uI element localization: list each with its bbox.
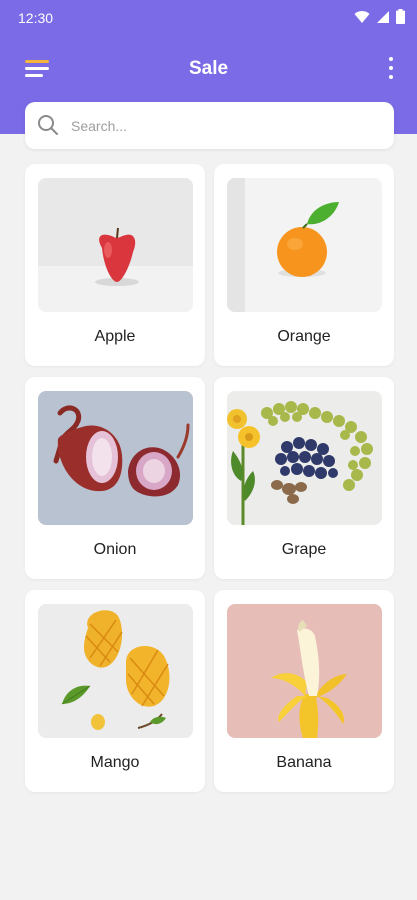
more-vertical-icon[interactable] xyxy=(379,54,403,84)
product-card-orange[interactable]: Orange xyxy=(214,164,394,366)
page-title: Sale xyxy=(188,58,229,79)
product-card-mango[interactable]: Mango xyxy=(25,590,205,792)
battery-icon xyxy=(396,9,405,24)
grape-image xyxy=(227,391,382,525)
wifi-icon xyxy=(354,10,370,23)
product-card-onion[interactable]: Onion xyxy=(25,377,205,579)
status-time: 12:30 xyxy=(18,10,54,26)
product-name: Apple xyxy=(94,328,136,345)
product-card-banana[interactable]: Banana xyxy=(214,590,394,792)
mango-image xyxy=(38,604,193,738)
cell-signal-icon xyxy=(377,10,389,23)
orange-image xyxy=(227,178,382,312)
product-name: Mango xyxy=(90,754,140,771)
search-icon xyxy=(38,115,58,135)
product-card-apple[interactable]: Apple xyxy=(25,164,205,366)
product-name: Grape xyxy=(281,541,327,558)
search-input[interactable] xyxy=(71,111,371,141)
product-name: Onion xyxy=(93,541,137,558)
product-card-grape[interactable]: Grape xyxy=(214,377,394,579)
product-name: Orange xyxy=(277,328,331,345)
search-bar[interactable] xyxy=(25,102,394,149)
app-bar: Sale xyxy=(0,44,417,94)
apple-image xyxy=(38,178,193,312)
onion-image xyxy=(38,391,193,525)
banana-image xyxy=(227,604,382,738)
status-bar: 12:30 xyxy=(0,0,417,36)
product-name: Banana xyxy=(276,754,332,771)
status-icons xyxy=(354,9,405,24)
